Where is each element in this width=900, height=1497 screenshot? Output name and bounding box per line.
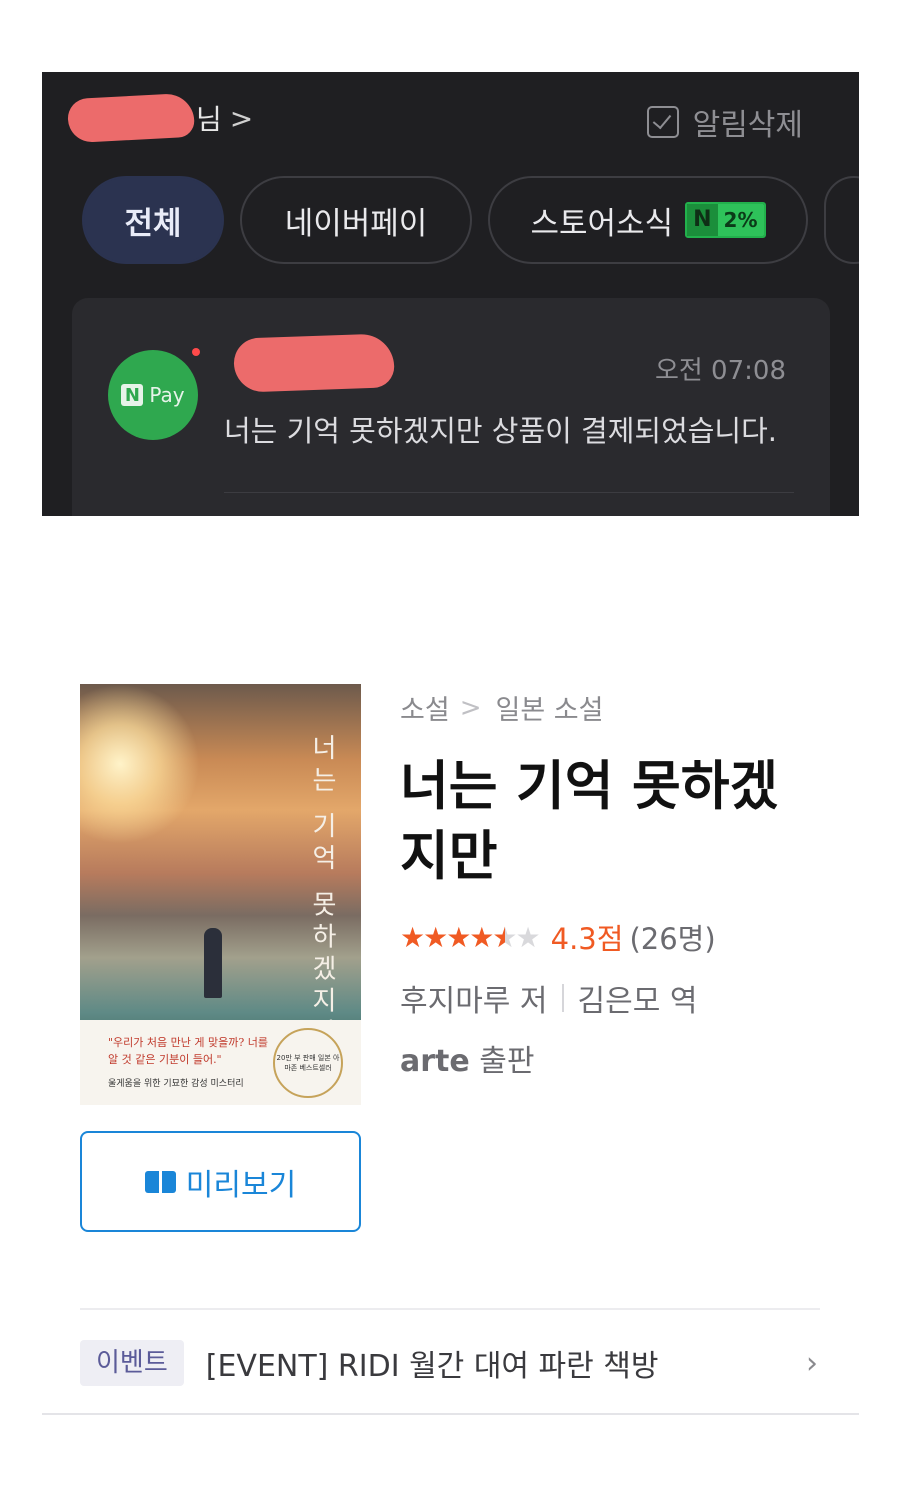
cover-sun — [80, 684, 200, 844]
delete-notifications-button[interactable]: 알림삭제 — [646, 100, 803, 144]
redacted-username — [66, 92, 196, 144]
rating-count: (26명) — [629, 922, 716, 956]
preview-button[interactable]: 미리보기 — [80, 1131, 361, 1232]
notification-panel: 님 > 알림삭제 전체 네이버페이 스토어소식 N 2% N Pay 오전 07… — [42, 72, 859, 516]
cover-laurel-seal: 20만 부 판매 일본 아마존 베스트셀러 — [273, 1028, 343, 1098]
cover-seal-text: 20만 부 판매 일본 아마존 베스트셀러 — [276, 1054, 340, 1072]
event-badge: 이벤트 — [80, 1340, 184, 1386]
book-title: 너는 기억 못하겠지만 — [400, 756, 779, 887]
notification-card[interactable]: N Pay 오전 07:08 너는 기억 못하겠지만 상품이 결제되었습니다. — [72, 298, 830, 516]
notification-message: 너는 기억 못하겠지만 상품이 결제되었습니다. — [224, 414, 778, 448]
cover-title: 너는 기억 못하겠지만 — [307, 734, 337, 1051]
preview-label: 미리보기 — [185, 1167, 297, 1203]
book-cover[interactable]: 너는 기억 못하겠지만 "우리가 처음 만난 게 맞을까? 너를 알 것 같은 … — [80, 684, 361, 1105]
author-row: 후지마루 저 김은모 역 — [400, 976, 697, 1020]
chevron-right-icon: > — [459, 692, 482, 723]
divider — [80, 1308, 820, 1310]
tab-all[interactable]: 전체 — [82, 176, 224, 264]
divider — [224, 492, 794, 493]
tab-all-label: 전체 — [124, 205, 182, 242]
tab-more[interactable] — [824, 176, 859, 264]
user-suffix: 님 — [196, 103, 222, 136]
star-rating-icon: ★★★★★ ★ — [400, 921, 541, 954]
checkbox-icon — [646, 106, 679, 138]
cover-bottom-band: "우리가 처음 만난 게 맞을까? 너를 알 것 같은 기분이 들어." 울게움… — [80, 1020, 361, 1105]
publisher-name[interactable]: arte — [400, 1044, 470, 1079]
rating: ★★★★★★ 4.3점 (26명) — [400, 916, 716, 958]
rating-score: 4.3점 — [550, 922, 624, 956]
divider — [561, 984, 564, 1012]
breadcrumb-item-japanese-novel[interactable]: 일본 소설 — [495, 688, 603, 727]
points-percent: 2% — [717, 204, 764, 236]
delete-label: 알림삭제 — [692, 108, 803, 143]
author[interactable]: 후지마루 저 — [400, 976, 548, 1020]
avatar-pay-text: Pay — [149, 383, 185, 407]
npay-points-badge: N 2% — [685, 202, 766, 238]
publisher-suffix: 출판 — [479, 1044, 535, 1079]
publisher-row: arte 출판 — [400, 1036, 534, 1080]
tab-naverpay-label: 네이버페이 — [284, 205, 428, 242]
chevron-right-icon: > — [229, 101, 254, 135]
redacted-sender — [233, 333, 395, 393]
open-book-icon — [144, 1170, 176, 1193]
cover-quote: "우리가 처음 만난 게 맞을까? 너를 알 것 같은 기분이 들어." — [108, 1036, 268, 1066]
breadcrumb: 소설 > 일본 소설 — [400, 688, 603, 727]
tab-store-news-label: 스토어소식 — [530, 205, 674, 242]
divider — [42, 1413, 859, 1415]
breadcrumb-item-novel[interactable]: 소설 — [400, 688, 450, 727]
user-link[interactable]: 님 > — [66, 92, 254, 144]
chevron-right-icon: › — [806, 1345, 818, 1381]
unread-dot-icon — [192, 348, 200, 356]
cover-tagline: 울게움을 위한 기묘한 감성 미스터리 — [108, 1079, 244, 1089]
npay-avatar: N Pay — [108, 350, 198, 440]
event-text: [EVENT] RIDI 월간 대여 파란 책방 — [205, 1349, 659, 1384]
notification-time: 오전 07:08 — [654, 356, 786, 386]
translator[interactable]: 김은모 역 — [578, 976, 698, 1020]
cover-figure — [204, 928, 222, 998]
tab-naverpay[interactable]: 네이버페이 — [240, 176, 472, 264]
event-banner[interactable]: 이벤트 [EVENT] RIDI 월간 대여 파란 책방 › — [80, 1338, 820, 1388]
npay-n-icon: N — [687, 204, 718, 236]
tab-store-news[interactable]: 스토어소식 N 2% — [488, 176, 808, 264]
filter-tabs: 전체 네이버페이 스토어소식 N 2% — [82, 176, 859, 264]
naver-n-icon: N — [121, 384, 144, 406]
